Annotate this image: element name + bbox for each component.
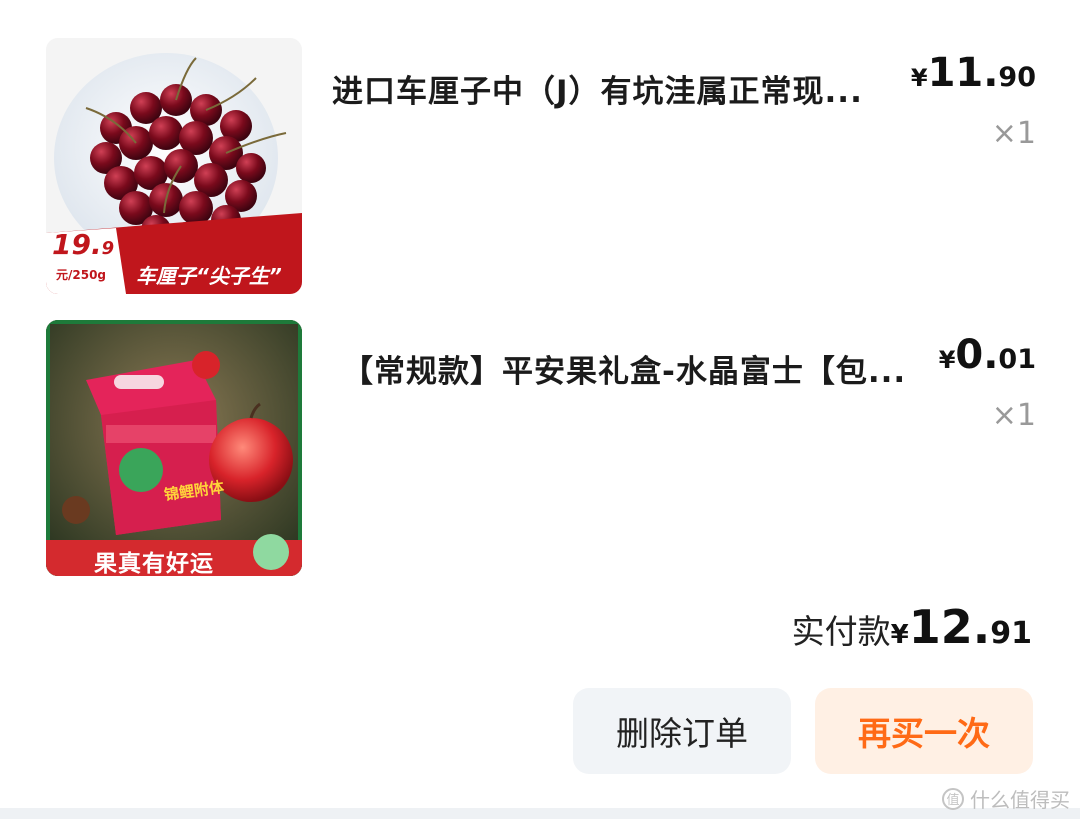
- total-symbol: ¥: [890, 620, 909, 650]
- top-cutoff-fragment: [0, 0, 1080, 6]
- price-integer: 0.: [955, 332, 999, 378]
- price-integer: 11.: [927, 50, 999, 96]
- order-item[interactable]: 19.9 元/250g 车厘子“尖子生” 进口车厘子中（J）有坑洼属正常现...…: [46, 38, 1036, 294]
- badge-price: 19.9: [52, 228, 114, 261]
- total-label: 实付款: [791, 612, 891, 651]
- total-integer: 12.: [908, 600, 991, 654]
- price-symbol: ¥: [938, 346, 956, 374]
- badge-unit: 元/250g: [56, 268, 107, 282]
- product-image-apple-gift-box[interactable]: 锦鲤附体 果真有好运: [46, 320, 302, 576]
- rebuy-button[interactable]: 再买一次: [815, 688, 1033, 774]
- badge-price-dec: 9: [101, 238, 115, 259]
- watermark: 值 什么值得买: [942, 784, 1070, 813]
- delete-order-button[interactable]: 删除订单: [573, 688, 791, 774]
- product-image-cherry[interactable]: 19.9 元/250g 车厘子“尖子生”: [46, 38, 302, 294]
- price-decimal: 90: [998, 62, 1036, 93]
- price-decimal: 01: [998, 344, 1036, 375]
- watermark-text: 什么值得买: [970, 788, 1070, 812]
- bottom-divider: [0, 808, 1080, 819]
- zhi-logo-icon: 值: [942, 787, 964, 810]
- image-banner-text: 果真有好运: [94, 551, 214, 576]
- image-banner-text: 车厘子“尖子生”: [136, 264, 282, 288]
- item-price: ¥11. 90: [911, 50, 1036, 96]
- price-symbol: ¥: [910, 64, 928, 92]
- item-quantity: ×1: [991, 398, 1036, 433]
- total-decimal: 91: [990, 616, 1032, 651]
- order-item[interactable]: 锦鲤附体 果真有好运 【常规款】平安果礼盒-水晶富士【包... ¥0. 01 ×1: [46, 320, 1036, 576]
- product-title[interactable]: 【常规款】平安果礼盒-水晶富士【包...: [342, 346, 932, 391]
- apple-gift-illustration: [46, 320, 302, 576]
- order-total: 实付款 ¥12. 91: [792, 600, 1032, 654]
- product-title[interactable]: 进口车厘子中（J）有坑洼属正常现...: [332, 66, 907, 111]
- item-price: ¥0. 01: [939, 332, 1036, 378]
- badge-price-int: 19.: [52, 228, 102, 261]
- item-quantity: ×1: [991, 116, 1036, 151]
